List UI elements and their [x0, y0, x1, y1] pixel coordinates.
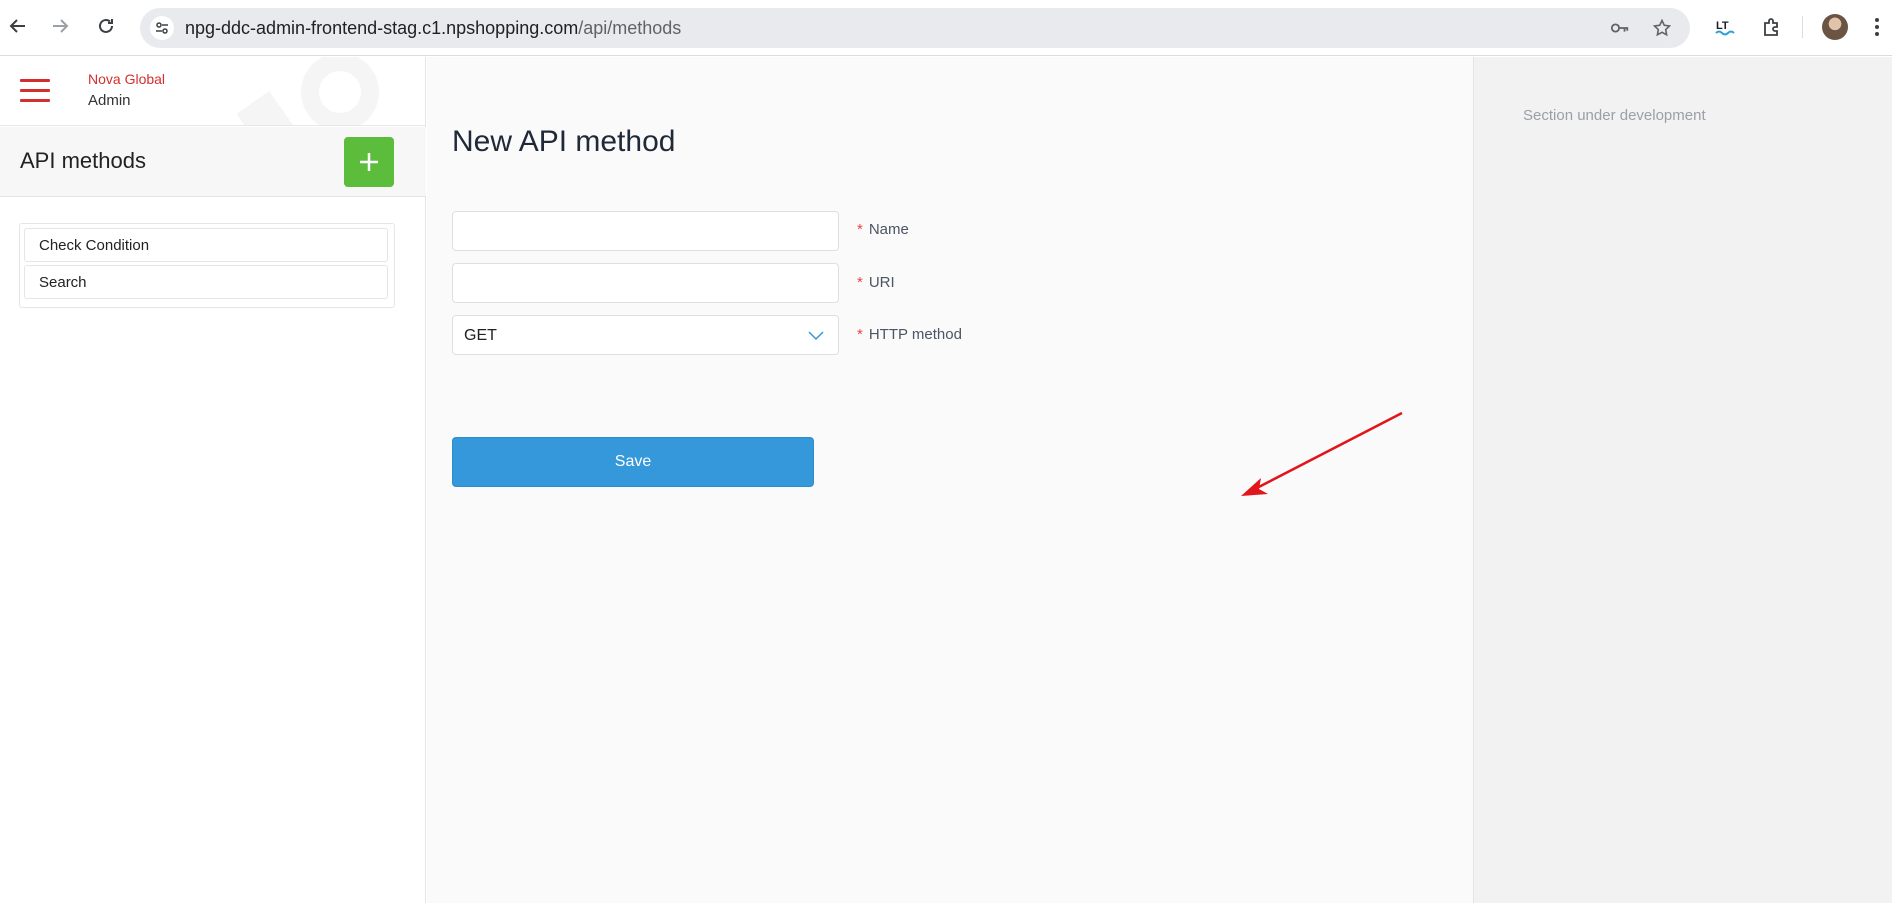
more-menu-icon[interactable]	[1864, 14, 1890, 40]
required-marker: *	[857, 274, 863, 291]
annotation-arrow-icon	[1241, 412, 1403, 496]
sidebar: Nova Global Admin API methods Check Cond…	[0, 57, 426, 903]
methods-list: Check Condition Search	[19, 223, 395, 308]
url-path: /api/methods	[578, 18, 682, 38]
reload-icon[interactable]	[92, 12, 120, 40]
uri-label-text: URI	[868, 274, 895, 291]
browser-toolbar: npg-ddc-admin-frontend-stag.c1.npshoppin…	[0, 0, 1892, 56]
site-settings-icon[interactable]	[150, 16, 174, 40]
brand-name: Nova Global	[88, 71, 166, 87]
url-text[interactable]: npg-ddc-admin-frontend-stag.c1.npshoppin…	[185, 18, 681, 39]
required-marker: *	[857, 326, 863, 343]
http-method-value: GET	[464, 327, 497, 344]
list-item[interactable]: Check Condition	[24, 228, 388, 262]
chevron-down-icon	[808, 331, 824, 341]
address-bar[interactable]: npg-ddc-admin-frontend-stag.c1.npshoppin…	[140, 8, 1690, 48]
list-header: API methods	[0, 127, 426, 197]
http-method-label: * HTTP method	[857, 326, 962, 343]
svg-text:LT: LT	[1716, 20, 1729, 32]
brand-subtitle: Admin	[88, 92, 131, 109]
bookmark-star-icon[interactable]	[1652, 18, 1672, 38]
name-input[interactable]	[452, 211, 839, 251]
uri-label: * URI	[857, 274, 895, 291]
add-method-button[interactable]	[344, 137, 394, 187]
password-key-icon[interactable]	[1610, 18, 1630, 38]
languagetool-extension-icon[interactable]: LT	[1712, 14, 1738, 40]
gear-watermark-icon	[236, 57, 379, 125]
profile-avatar[interactable]	[1822, 14, 1848, 40]
required-marker: *	[857, 221, 863, 238]
page-title: New API method	[452, 125, 676, 158]
http-method-select[interactable]: GET	[452, 315, 839, 355]
uri-input[interactable]	[452, 263, 839, 303]
hamburger-menu-icon[interactable]	[20, 79, 50, 103]
http-method-label-text: HTTP method	[868, 326, 962, 343]
toolbar-separator	[1802, 16, 1803, 38]
extensions-puzzle-icon[interactable]	[1758, 14, 1784, 40]
back-arrow-icon[interactable]	[4, 12, 32, 40]
main-content: New API method * Name * URI GET * HTTP meth…	[427, 57, 1473, 903]
url-host: npg-ddc-admin-frontend-stag.c1.npshoppin…	[185, 18, 579, 38]
plus-icon	[360, 153, 378, 171]
save-button[interactable]: Save	[452, 437, 814, 487]
list-item[interactable]: Search	[24, 265, 388, 299]
name-label-text: Name	[868, 221, 909, 238]
name-label: * Name	[857, 221, 909, 238]
right-panel: Section under development	[1473, 57, 1892, 903]
logo-area: Nova Global Admin	[0, 57, 426, 126]
list-title: API methods	[20, 148, 146, 173]
development-note: Section under development	[1523, 107, 1706, 124]
forward-arrow-icon[interactable]	[46, 12, 74, 40]
